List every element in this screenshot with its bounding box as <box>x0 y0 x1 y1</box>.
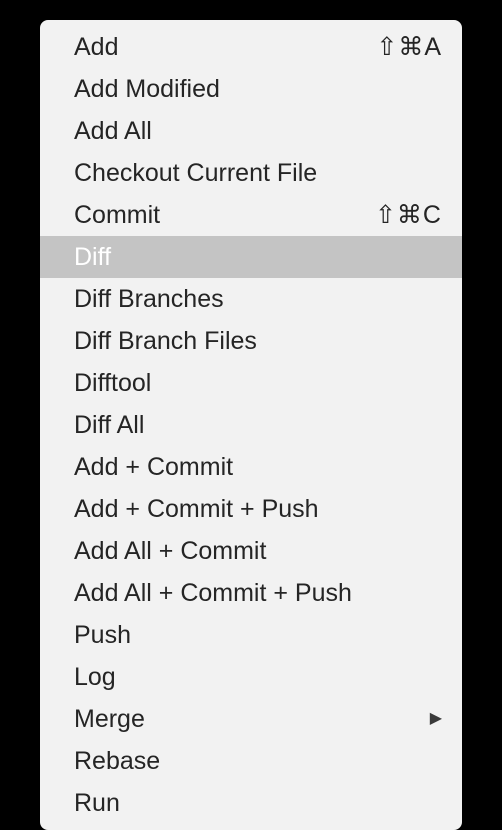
menu-item-label: Add + Commit + Push <box>74 492 442 526</box>
menu-item-label: Diff Branch Files <box>74 324 442 358</box>
menu-item-add-commit-push[interactable]: Add + Commit + Push <box>40 488 462 530</box>
menu-item-diff[interactable]: Diff <box>40 236 462 278</box>
menu-item-label: Diff Branches <box>74 282 442 316</box>
menu-item-add-all[interactable]: Add All <box>40 110 462 152</box>
menu-item-diff-all[interactable]: Diff All <box>40 404 462 446</box>
menu-item-label: Run <box>74 786 442 820</box>
menu-item-shortcut: ⇧⌘C <box>375 198 442 232</box>
menu-item-label: Add Modified <box>74 72 442 106</box>
menu-item-add-commit[interactable]: Add + Commit <box>40 446 462 488</box>
menu-item-label: Add <box>74 30 376 64</box>
menu-item-label: Checkout Current File <box>74 156 442 190</box>
menu-item-merge[interactable]: Merge ▶ <box>40 698 462 740</box>
menu-item-label: Diff All <box>74 408 442 442</box>
menu-item-label: Push <box>74 618 442 652</box>
menu-item-add-modified[interactable]: Add Modified <box>40 68 462 110</box>
menu-item-label: Merge <box>74 702 422 736</box>
menu-item-diff-branches[interactable]: Diff Branches <box>40 278 462 320</box>
menu-item-label: Commit <box>74 198 375 232</box>
menu-item-run[interactable]: Run <box>40 782 462 824</box>
menu-item-difftool[interactable]: Difftool <box>40 362 462 404</box>
menu-item-label: Rebase <box>74 744 442 778</box>
menu-item-shortcut: ⇧⌘A <box>376 30 442 64</box>
menu-item-label: Add All + Commit + Push <box>74 576 442 610</box>
menu-item-label: Add + Commit <box>74 450 442 484</box>
menu-item-label: Difftool <box>74 366 442 400</box>
menu-item-add[interactable]: Add ⇧⌘A <box>40 26 462 68</box>
menu-item-rebase[interactable]: Rebase <box>40 740 462 782</box>
menu-item-label: Add All + Commit <box>74 534 442 568</box>
menu-item-push[interactable]: Push <box>40 614 462 656</box>
menu-item-add-all-commit-push[interactable]: Add All + Commit + Push <box>40 572 462 614</box>
menu-item-label: Add All <box>74 114 442 148</box>
menu-item-log[interactable]: Log <box>40 656 462 698</box>
menu-item-commit[interactable]: Commit ⇧⌘C <box>40 194 462 236</box>
context-menu: Add ⇧⌘A Add Modified Add All Checkout Cu… <box>40 20 462 830</box>
menu-item-diff-branch-files[interactable]: Diff Branch Files <box>40 320 462 362</box>
menu-item-checkout-current-file[interactable]: Checkout Current File <box>40 152 462 194</box>
menu-item-add-all-commit[interactable]: Add All + Commit <box>40 530 462 572</box>
menu-item-label: Diff <box>74 240 442 274</box>
menu-item-label: Log <box>74 660 442 694</box>
submenu-arrow-icon: ▶ <box>430 702 442 736</box>
